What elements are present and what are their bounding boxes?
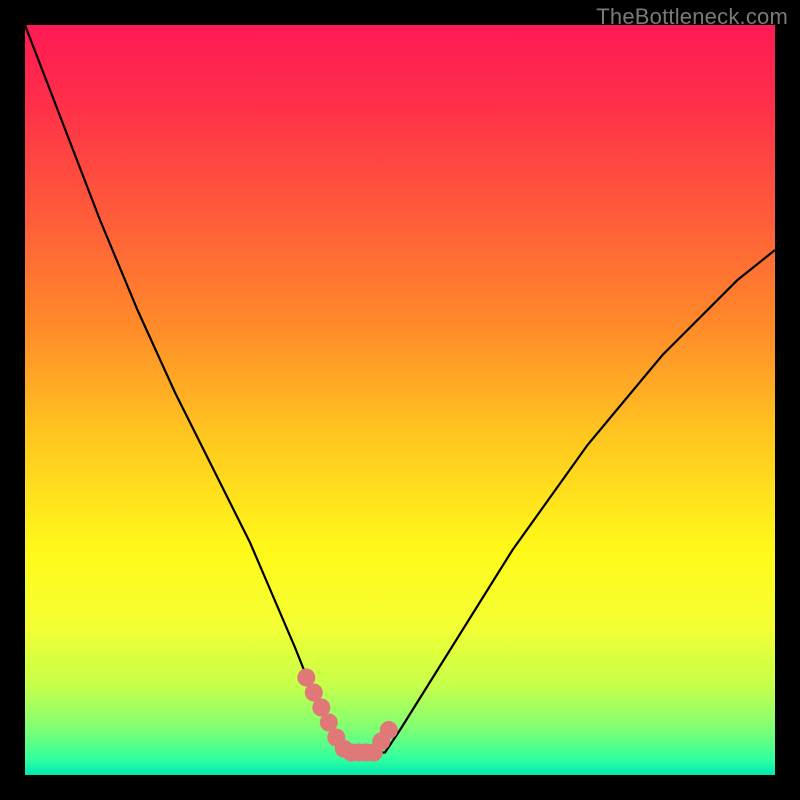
bottleneck-curve [25, 25, 775, 753]
plot-area [25, 25, 775, 775]
marker-group [297, 669, 398, 762]
chart-svg [25, 25, 775, 775]
marker-dot [380, 721, 398, 739]
watermark-text: TheBottleneck.com [596, 4, 788, 30]
frame: TheBottleneck.com [0, 0, 800, 800]
